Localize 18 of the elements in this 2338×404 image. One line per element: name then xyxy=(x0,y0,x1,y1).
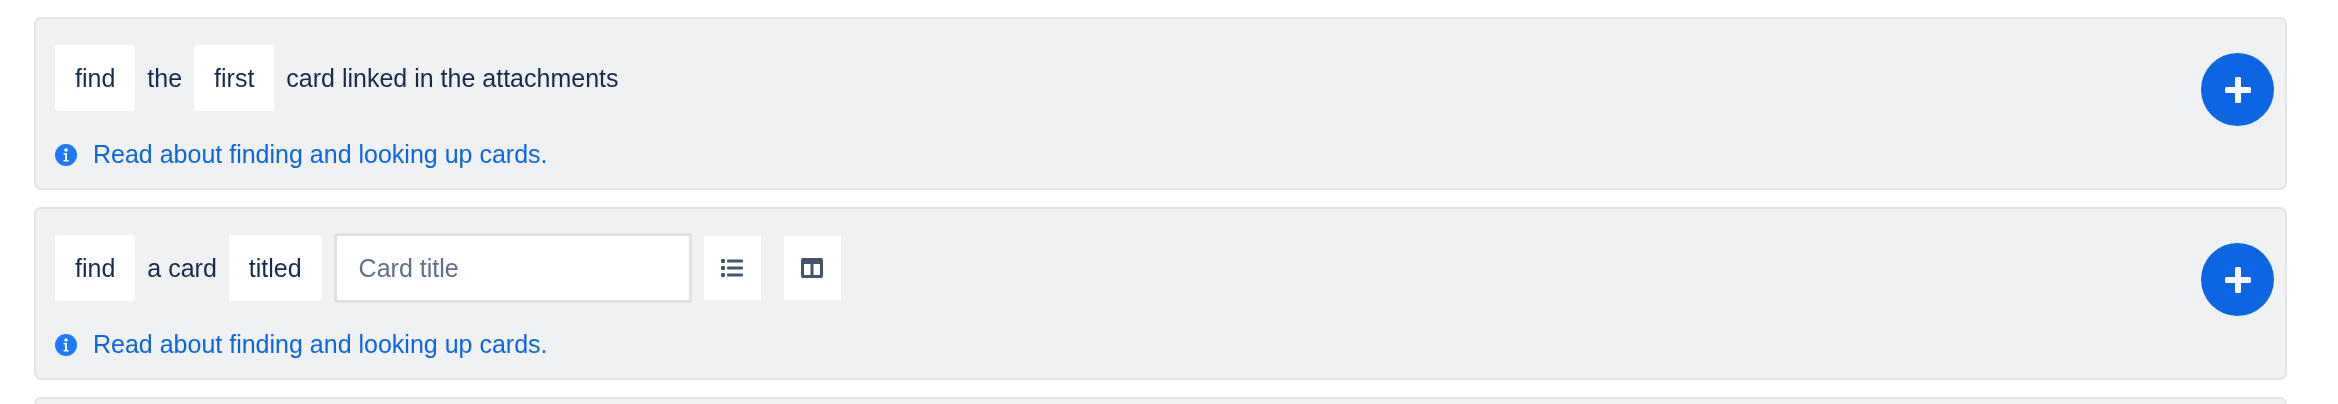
option-button[interactable]: find xyxy=(55,45,136,111)
help-link[interactable]: Read about finding and looking up cards. xyxy=(93,330,548,359)
label-text: a card xyxy=(147,253,217,283)
plus-icon xyxy=(2224,76,2251,103)
list-icon xyxy=(721,259,744,277)
label-text: the xyxy=(147,63,183,93)
columns-icon xyxy=(801,258,824,278)
layout-button[interactable] xyxy=(783,236,841,300)
plus-icon xyxy=(2224,266,2251,293)
label-text: card linked in the attachments xyxy=(286,63,619,93)
help-link[interactable]: Read about finding and looking up cards. xyxy=(93,140,548,169)
list-button[interactable] xyxy=(703,236,761,300)
option-button[interactable]: find xyxy=(55,235,136,301)
input-field[interactable]: Card title xyxy=(333,233,692,303)
option-button[interactable]: first xyxy=(194,45,275,111)
info-icon xyxy=(55,333,77,356)
info-icon xyxy=(55,143,77,166)
option-button[interactable]: titled xyxy=(228,235,322,301)
